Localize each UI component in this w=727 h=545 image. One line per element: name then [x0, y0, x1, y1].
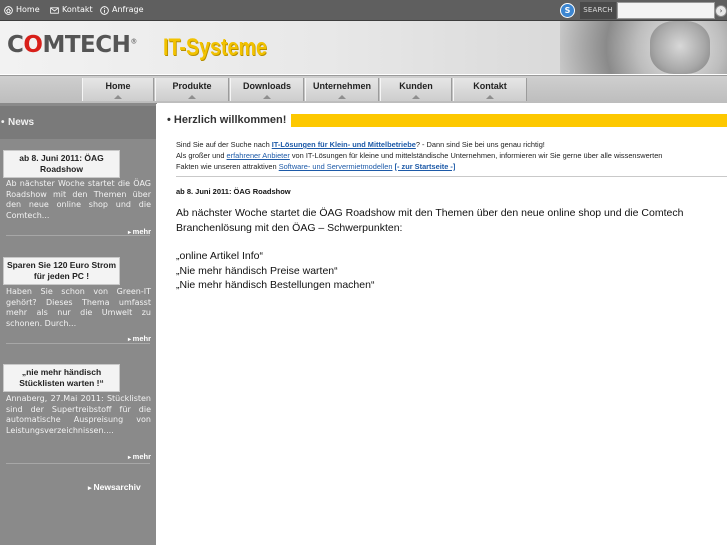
nav-unternehmen[interactable]: Unternehmen [305, 78, 379, 101]
main-nav: Home Produkte Downloads Unternehmen Kund… [0, 75, 727, 104]
news-item-title[interactable]: Sparen Sie 120 Euro Strom für jeden PC ! [3, 257, 120, 285]
top-link-home-label: Home [16, 5, 40, 14]
header-photo [560, 21, 727, 74]
news-item-title[interactable]: ab 8. Juni 2011: ÖAG Roadshow [3, 150, 120, 178]
article-title: ab 8. Juni 2011: ÖAG Roadshow [176, 187, 291, 196]
top-link-kontakt-label: Kontakt [62, 5, 93, 14]
article-list-item: „online Artikel Info“ [176, 250, 263, 262]
main-content: Herzlich willkommen! Sind Sie auf der Su… [157, 103, 727, 545]
nav-downloads[interactable]: Downloads [230, 78, 304, 101]
sidebar-header: News [0, 106, 156, 139]
news-more-link[interactable]: mehr [128, 227, 151, 236]
search-input[interactable] [617, 2, 715, 19]
article-body: Ab nächster Woche startet die ÖAG Roadsh… [176, 206, 696, 293]
news-item-text: Haben Sie schon von Green-IT gehört? Die… [6, 287, 151, 328]
mail-icon [50, 6, 59, 14]
link-erfahrener-anbieter[interactable]: erfahrener Anbieter [227, 151, 290, 160]
nav-produkte[interactable]: Produkte [155, 78, 229, 101]
news-divider [6, 343, 150, 344]
link-it-loesungen[interactable]: IT-Lösungen für Klein- und Mittelbetrieb… [272, 140, 416, 149]
skype-icon[interactable]: S [560, 3, 575, 18]
news-item-title[interactable]: „nie mehr händisch Stücklisten warten !“ [3, 364, 120, 392]
news-archive-link[interactable]: Newsarchiv [88, 482, 140, 492]
link-startseite[interactable]: [- zur Startseite -] [395, 162, 456, 171]
tagline: IT-Systeme [163, 34, 267, 61]
news-item-text: Ab nächster Woche startet die ÖAG Roadsh… [6, 179, 151, 220]
link-mietmodelle[interactable]: Software- und Servermietmodellen [279, 162, 393, 171]
top-link-anfrage-label: Anfrage [112, 5, 144, 14]
search-area: S SEARCH › [560, 2, 727, 19]
home-icon [4, 5, 13, 15]
news-more-link[interactable]: mehr [128, 334, 151, 343]
intro-text: Sind Sie auf der Suche nach IT-Lösungen … [176, 140, 663, 171]
content-divider [176, 176, 727, 177]
top-bar: Home Kontakt Anfrage S SEARCH › [0, 0, 727, 21]
header-banner: COMTECH® IT-Systeme [0, 21, 727, 74]
top-link-home[interactable]: Home [4, 3, 40, 17]
top-link-anfrage[interactable]: Anfrage [100, 3, 144, 17]
company-logo[interactable]: COMTECH® [7, 32, 137, 58]
nav-home[interactable]: Home [82, 78, 154, 101]
search-go-icon[interactable]: › [715, 5, 727, 17]
article-list-item: „Nie mehr händisch Preise warten“ [176, 264, 338, 277]
welcome-accent-bar [291, 114, 727, 127]
news-divider [6, 463, 150, 464]
nav-kunden[interactable]: Kunden [380, 78, 452, 101]
article-paragraph: Ab nächster Woche startet die ÖAG Roadsh… [176, 207, 684, 234]
sidebar-title: News [1, 117, 34, 128]
news-item-text: Annaberg, 27.Mai 2011: Stücklisten sind … [6, 394, 151, 435]
news-more-link[interactable]: mehr [128, 452, 151, 461]
article-list-item: „Nie mehr händisch Bestellungen machen“ [176, 279, 375, 291]
info-icon [100, 5, 109, 15]
news-sidebar: News ab 8. Juni 2011: ÖAG Roadshow Ab nä… [0, 103, 156, 545]
top-link-kontakt[interactable]: Kontakt [50, 3, 93, 17]
welcome-heading: Herzlich willkommen! [167, 114, 286, 126]
nav-kontakt[interactable]: Kontakt [453, 78, 527, 101]
search-label: SEARCH [580, 2, 616, 19]
